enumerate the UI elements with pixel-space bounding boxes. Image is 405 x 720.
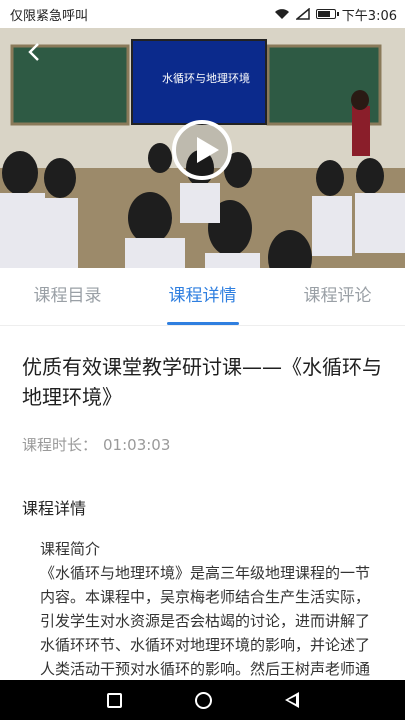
duration-value: 01:03:03 [103, 436, 171, 454]
recent-apps-icon[interactable] [106, 692, 122, 708]
tab-comments[interactable]: 课程评论 [270, 268, 405, 325]
system-nav-bar [0, 680, 405, 720]
course-description: 课程简介 《水循环与地理环境》是高三年级地理课程的一节内容。本课程中，吴京梅老师… [22, 537, 383, 680]
back-triangle-icon[interactable] [284, 692, 299, 708]
course-detail-content[interactable]: 优质有效课堂教学研讨课——《水循环与地理环境》 课程时长： 01:03:03 课程… [0, 326, 405, 680]
back-button[interactable] [22, 40, 46, 64]
video-player[interactable]: 水循环与地理环境 [0, 28, 405, 268]
clock: 下午3:06 [341, 8, 397, 24]
status-bar: 仅限紧急呼叫 下午3:06 [0, 0, 405, 28]
play-button[interactable] [172, 120, 232, 180]
slide-title: 水循环与地理环境 [162, 72, 250, 85]
intro-heading: 课程简介 [40, 540, 101, 558]
signal-icon [295, 8, 310, 20]
status-icons: 下午3:06 [274, 5, 397, 24]
course-title: 优质有效课堂教学研讨课——《水循环与地理环境》 [22, 355, 382, 409]
chevron-left-icon [28, 43, 39, 61]
home-icon[interactable] [194, 691, 212, 709]
battery-icon [315, 9, 339, 19]
tab-details[interactable]: 课程详情 [135, 268, 270, 325]
carrier-text: 仅限紧急呼叫 [10, 8, 89, 24]
wifi-icon [274, 9, 289, 19]
tab-bar: 课程目录 课程详情 课程评论 [0, 268, 405, 326]
tab-catalog[interactable]: 课程目录 [0, 268, 135, 325]
course-duration: 课程时长： 01:03:03 [22, 434, 383, 455]
details-section-title: 课程详情 [22, 499, 87, 518]
duration-label: 课程时长： [22, 436, 98, 454]
intro-text: 《水循环与地理环境》是高三年级地理课程的一节内容。本课程中，吴京梅老师结合生产生… [40, 564, 371, 678]
